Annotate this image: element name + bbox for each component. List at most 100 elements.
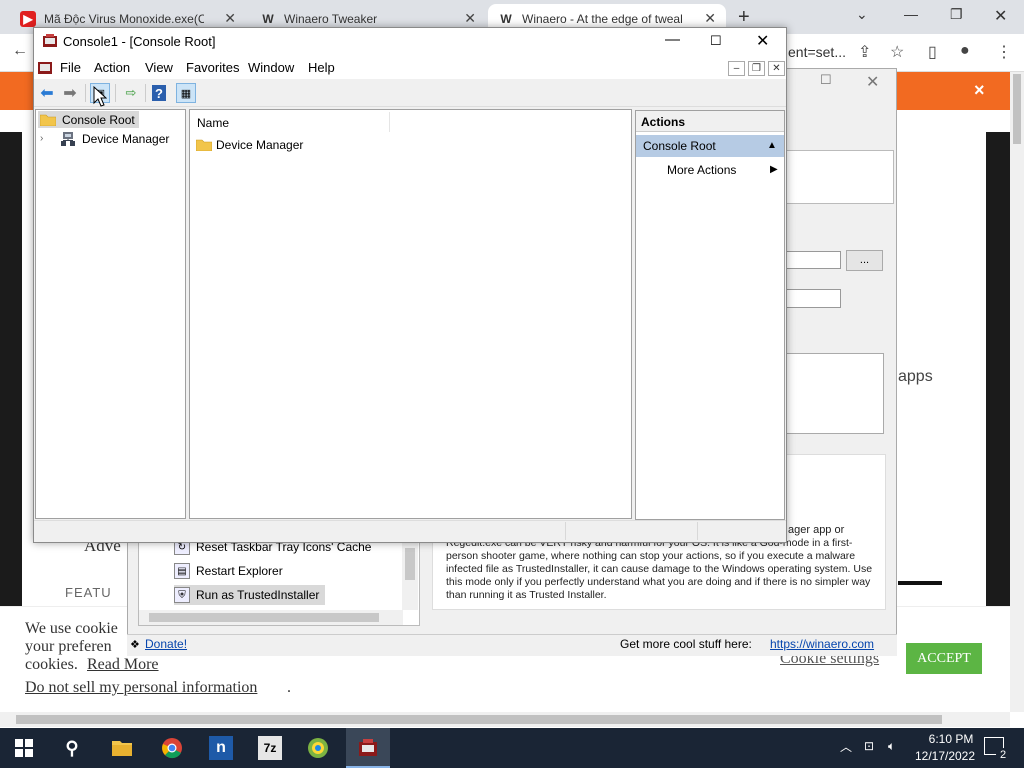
child-close-icon[interactable]: ✕ bbox=[768, 61, 785, 76]
show-hide-action-pane-icon[interactable]: ▦ bbox=[176, 83, 196, 103]
windows-start-icon[interactable] bbox=[12, 736, 36, 760]
youtube-icon: ▶ bbox=[20, 11, 36, 27]
divider bbox=[898, 581, 942, 585]
read-more-link[interactable]: Read More bbox=[87, 656, 159, 674]
menu-action[interactable]: Action bbox=[94, 60, 130, 75]
description-text: Regedit.exe can be VERY risky and harmfu… bbox=[446, 537, 873, 601]
close-icon[interactable]: ✕ bbox=[464, 10, 476, 27]
7zip-icon[interactable]: 7z bbox=[258, 736, 282, 760]
menu-help[interactable]: Help bbox=[308, 60, 335, 75]
tree-item-run-as-trustedinstaller[interactable]: ⛨ Run as TrustedInstaller bbox=[174, 585, 326, 605]
chrome-icon[interactable] bbox=[160, 736, 184, 760]
close-icon[interactable]: ✕ bbox=[704, 10, 716, 27]
list-item-label: Device Manager bbox=[216, 137, 304, 152]
mmc-console-icon[interactable] bbox=[37, 60, 53, 75]
maximize-icon[interactable]: ☐ bbox=[820, 72, 832, 88]
tree-horizontal-scrollbar[interactable] bbox=[139, 610, 403, 625]
toolbar-separator bbox=[145, 84, 146, 102]
column-header-label: Name bbox=[197, 116, 230, 130]
forward-arrow-icon[interactable]: ➡ bbox=[60, 83, 80, 103]
page-dark-margin-right bbox=[986, 132, 1010, 610]
file-explorer-icon[interactable] bbox=[110, 736, 134, 760]
help-icon[interactable]: ? bbox=[152, 85, 166, 101]
tree-node-label: Device Manager bbox=[82, 131, 170, 146]
tree-node-console-root[interactable]: Console Root bbox=[38, 111, 139, 128]
chevron-right-icon[interactable]: › bbox=[40, 133, 52, 144]
clock-date[interactable]: 12/17/2022 bbox=[910, 749, 980, 763]
tree-item-restart-explorer[interactable]: ▤ Restart Explorer bbox=[174, 561, 283, 581]
collapse-up-icon[interactable]: ▲ bbox=[767, 140, 777, 151]
volume-icon[interactable]: 🔈︎ bbox=[888, 739, 895, 754]
path-input[interactable] bbox=[786, 251, 841, 269]
profile-icon[interactable]: ● bbox=[960, 42, 970, 60]
tree-vertical-scrollbar[interactable] bbox=[402, 542, 418, 610]
chevron-down-icon[interactable]: ⌄ bbox=[856, 6, 868, 23]
statusbar-divider bbox=[565, 522, 566, 540]
kebab-menu-icon[interactable]: ⋮ bbox=[996, 42, 1012, 62]
close-icon[interactable]: ✕ bbox=[756, 31, 769, 51]
share-icon[interactable]: ⇪ bbox=[858, 42, 871, 62]
page-horizontal-scrollbar[interactable] bbox=[0, 712, 1010, 727]
toolbar-separator bbox=[115, 84, 116, 102]
punctuation: . bbox=[287, 679, 291, 696]
close-icon[interactable]: ✕ bbox=[224, 10, 236, 27]
menu-view[interactable]: View bbox=[145, 60, 173, 75]
do-not-sell-link[interactable]: Do not sell my personal information bbox=[25, 679, 257, 697]
browse-button[interactable]: ... bbox=[846, 250, 883, 271]
back-icon[interactable]: ← bbox=[12, 42, 28, 60]
chevron-up-icon[interactable]: ︿ bbox=[840, 738, 852, 755]
submenu-arrow-icon: ▶ bbox=[770, 164, 778, 175]
actions-section-label: Console Root bbox=[643, 139, 716, 153]
explorer-icon: ▤ bbox=[174, 563, 190, 579]
close-icon[interactable]: ✕ bbox=[866, 72, 879, 92]
cool-stuff-label: Get more cool stuff here: bbox=[620, 637, 752, 651]
notification-count: 2 bbox=[996, 748, 1010, 762]
donate-link[interactable]: Donate! bbox=[145, 637, 187, 651]
description-fragment: ager app or bbox=[788, 524, 845, 536]
sidebar-icon[interactable]: ▯ bbox=[928, 42, 937, 62]
device-manager-icon bbox=[61, 131, 75, 146]
list-item[interactable]: Device Manager bbox=[196, 136, 303, 153]
tree-node-label: Console Root bbox=[62, 112, 135, 127]
restore-icon[interactable]: ❐ bbox=[950, 6, 963, 23]
back-arrow-icon[interactable]: ⬅ bbox=[37, 83, 57, 103]
mmc-console-icon[interactable] bbox=[356, 736, 380, 760]
child-minimize-icon[interactable]: – bbox=[728, 61, 745, 76]
statusbar-divider bbox=[697, 522, 698, 540]
network-icon[interactable]: ⊡ bbox=[864, 739, 874, 753]
menu-favorites[interactable]: Favorites bbox=[186, 60, 239, 75]
n-app-icon[interactable]: n bbox=[209, 736, 233, 760]
args-input[interactable] bbox=[786, 289, 841, 308]
star-icon[interactable]: ☆ bbox=[890, 42, 904, 62]
search-icon[interactable]: ⚲ bbox=[60, 736, 84, 760]
new-tab-button[interactable]: + bbox=[738, 6, 750, 29]
tab-title: Winaero - At the edge of tweaki bbox=[522, 12, 682, 26]
winaero-link[interactable]: https://winaero.com bbox=[770, 637, 874, 651]
window-title: Console1 - [Console Root] bbox=[63, 34, 216, 49]
export-list-icon[interactable]: ⇨ bbox=[121, 83, 141, 103]
winaero-icon: W bbox=[262, 12, 274, 26]
close-icon[interactable]: × bbox=[974, 80, 985, 101]
clock-time[interactable]: 6:10 PM bbox=[916, 732, 986, 746]
minimize-icon[interactable]: — bbox=[665, 31, 680, 48]
mouse-cursor-icon bbox=[93, 86, 107, 107]
url-text[interactable]: ent=set... bbox=[788, 44, 846, 60]
minimize-icon[interactable]: — bbox=[904, 6, 918, 22]
results-pane bbox=[189, 109, 632, 519]
more-actions-item[interactable]: More Actions bbox=[667, 163, 736, 177]
tree-node-device-manager[interactable]: › Device Manager bbox=[40, 130, 169, 147]
page-section-fragment: FEATU bbox=[65, 585, 112, 600]
tab-title: Winaero Tweaker bbox=[284, 12, 378, 26]
mmc-statusbar bbox=[34, 520, 786, 542]
maximize-icon[interactable]: ☐ bbox=[710, 33, 722, 49]
close-icon[interactable]: ✕ bbox=[994, 6, 1007, 26]
winaero-tweaker-icon[interactable] bbox=[306, 736, 330, 760]
page-dark-margin-left bbox=[0, 132, 22, 610]
tree-pane bbox=[35, 109, 186, 519]
tab-title: Mã Độc Virus Monoxide.exe(CẦN bbox=[44, 12, 204, 26]
menu-file[interactable]: File bbox=[60, 60, 81, 75]
child-restore-icon[interactable]: ❐ bbox=[748, 61, 765, 76]
accept-button[interactable]: ACCEPT bbox=[906, 643, 982, 674]
menu-window[interactable]: Window bbox=[248, 60, 294, 75]
page-vertical-scrollbar[interactable] bbox=[1010, 72, 1024, 712]
